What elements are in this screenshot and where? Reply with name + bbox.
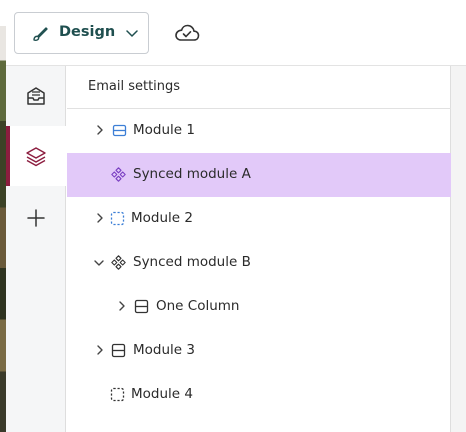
module-row-icon (112, 124, 127, 137)
empty-module-icon (110, 211, 125, 226)
chevron-down-icon[interactable] (93, 258, 105, 268)
tree-row-module-4[interactable]: Module 4 (67, 373, 451, 417)
tree-row-synced-module-b[interactable]: Synced module B (67, 241, 451, 285)
panel-title: Email settings (88, 79, 181, 94)
column-layout-icon (134, 299, 149, 314)
rail-inbox-button[interactable] (6, 66, 66, 126)
chevron-right-icon[interactable] (95, 344, 105, 356)
canvas-edge (451, 66, 466, 432)
cloud-check-icon[interactable] (174, 22, 200, 44)
rail-layers-button[interactable] (6, 126, 66, 186)
synced-module-icon (111, 255, 126, 270)
email-structure-panel: Email settings Module 1 Synced module A … (67, 66, 451, 432)
rail-add-button[interactable] (6, 188, 66, 248)
tree-row-module-2[interactable]: Module 2 (67, 197, 451, 241)
design-dropdown-button[interactable]: Design (14, 12, 149, 54)
column-layout-icon (111, 343, 126, 358)
tree-row-label: Module 2 (131, 210, 193, 226)
chevron-right-icon[interactable] (117, 300, 127, 312)
tree-row-label: Module 3 (133, 342, 195, 358)
tree-row-synced-module-a[interactable]: Synced module A (67, 153, 451, 197)
panel-header: Email settings (67, 66, 451, 109)
inbox-icon (27, 87, 45, 105)
chevron-right-icon[interactable] (95, 212, 105, 224)
left-icon-rail (6, 66, 66, 432)
tree-row-label: Synced module A (133, 166, 251, 182)
plus-icon (27, 209, 45, 227)
tree-row-one-column[interactable]: One Column (67, 285, 451, 329)
synced-module-icon (111, 167, 126, 182)
tree-row-label: Synced module B (133, 254, 251, 270)
chevron-right-icon[interactable] (95, 124, 105, 136)
tree-row-module-1[interactable]: Module 1 (67, 109, 451, 153)
top-toolbar: Design (6, 0, 466, 66)
design-label: Design (59, 24, 116, 40)
tree-row-label: One Column (156, 298, 240, 314)
tree-row-module-3[interactable]: Module 3 (67, 329, 451, 373)
tree-row-label: Module 1 (133, 122, 195, 138)
tree-row-label: Module 4 (131, 386, 193, 402)
paintbrush-icon (33, 27, 48, 41)
chevron-down-icon (126, 30, 138, 37)
layers-icon (26, 147, 46, 167)
empty-module-icon (110, 387, 125, 402)
